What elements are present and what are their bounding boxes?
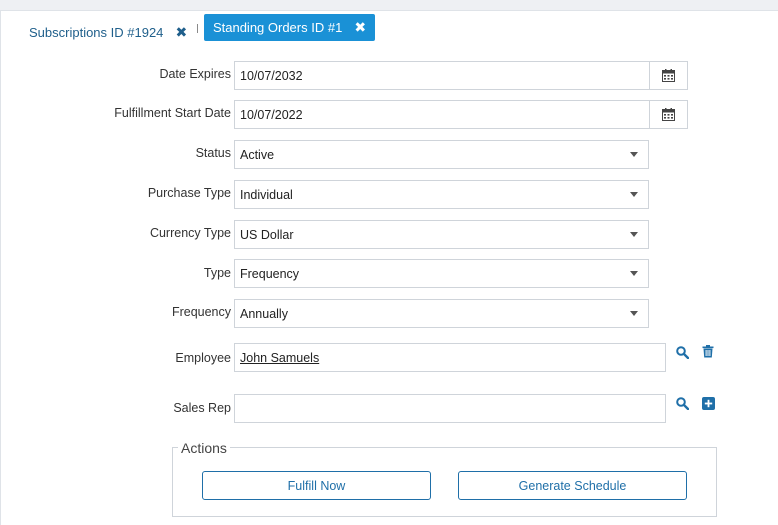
employee-link[interactable]: John Samuels bbox=[240, 351, 319, 365]
frequency-label: Frequency bbox=[171, 305, 231, 319]
status-select[interactable]: Active bbox=[234, 140, 649, 169]
sales-rep-field[interactable] bbox=[234, 394, 666, 423]
frequency-select[interactable]: Annually bbox=[234, 299, 649, 328]
close-icon[interactable]: ✖ bbox=[175, 24, 188, 40]
search-icon[interactable] bbox=[674, 395, 690, 411]
tab-standing-orders[interactable]: Standing Orders ID #1 ✖ bbox=[204, 14, 375, 41]
sales-rep-label: Sales Rep bbox=[173, 401, 231, 415]
date-expires-input[interactable]: 10/07/2032 bbox=[234, 61, 650, 90]
calendar-icon bbox=[662, 108, 675, 121]
close-icon[interactable]: ✖ bbox=[354, 19, 366, 36]
type-value: Frequency bbox=[240, 266, 300, 281]
tab-separator bbox=[197, 24, 198, 33]
status-label: Status bbox=[195, 146, 231, 160]
purchase-type-label: Purchase Type bbox=[147, 186, 231, 200]
status-value: Active bbox=[240, 147, 275, 162]
fulfill-now-button[interactable]: Fulfill Now bbox=[202, 471, 431, 500]
plus-square-icon[interactable] bbox=[700, 395, 716, 411]
chevron-down-icon[interactable] bbox=[619, 300, 648, 327]
tab-subscriptions[interactable]: Subscriptions ID #1924 ✖ bbox=[29, 19, 187, 45]
chevron-down-icon[interactable] bbox=[619, 181, 648, 208]
tab-subscriptions-label: Subscriptions ID #1924 bbox=[29, 24, 164, 40]
trash-icon[interactable] bbox=[700, 343, 716, 359]
actions-border bbox=[172, 447, 178, 448]
calendar-icon bbox=[662, 69, 675, 82]
type-select[interactable]: Frequency bbox=[234, 259, 649, 288]
chevron-down-icon[interactable] bbox=[619, 141, 648, 168]
fulfillment-start-date-input[interactable]: 10/07/2022 bbox=[234, 100, 650, 129]
currency-type-value: US Dollar bbox=[240, 227, 294, 242]
employee-label: Employee bbox=[175, 351, 231, 365]
currency-type-label: Currency Type bbox=[149, 226, 231, 240]
chevron-down-icon[interactable] bbox=[619, 260, 648, 287]
date-expires-calendar-button[interactable] bbox=[650, 61, 688, 90]
actions-border bbox=[230, 447, 717, 448]
date-expires-label: Date Expires bbox=[159, 67, 231, 81]
currency-type-select[interactable]: US Dollar bbox=[234, 220, 649, 249]
purchase-type-value: Individual bbox=[240, 187, 293, 202]
fulfillment-start-date-label: Fulfillment Start Date bbox=[114, 106, 231, 120]
search-icon[interactable] bbox=[674, 344, 690, 360]
frequency-value: Annually bbox=[240, 306, 288, 321]
type-label: Type bbox=[203, 266, 231, 280]
purchase-type-select[interactable]: Individual bbox=[234, 180, 649, 209]
generate-schedule-button[interactable]: Generate Schedule bbox=[458, 471, 687, 500]
tab-standing-orders-label: Standing Orders ID #1 bbox=[212, 20, 343, 35]
actions-legend: Actions bbox=[181, 440, 227, 456]
chevron-down-icon[interactable] bbox=[619, 221, 648, 248]
employee-field[interactable]: John Samuels bbox=[234, 343, 666, 372]
fulfillment-start-date-calendar-button[interactable] bbox=[650, 100, 688, 129]
